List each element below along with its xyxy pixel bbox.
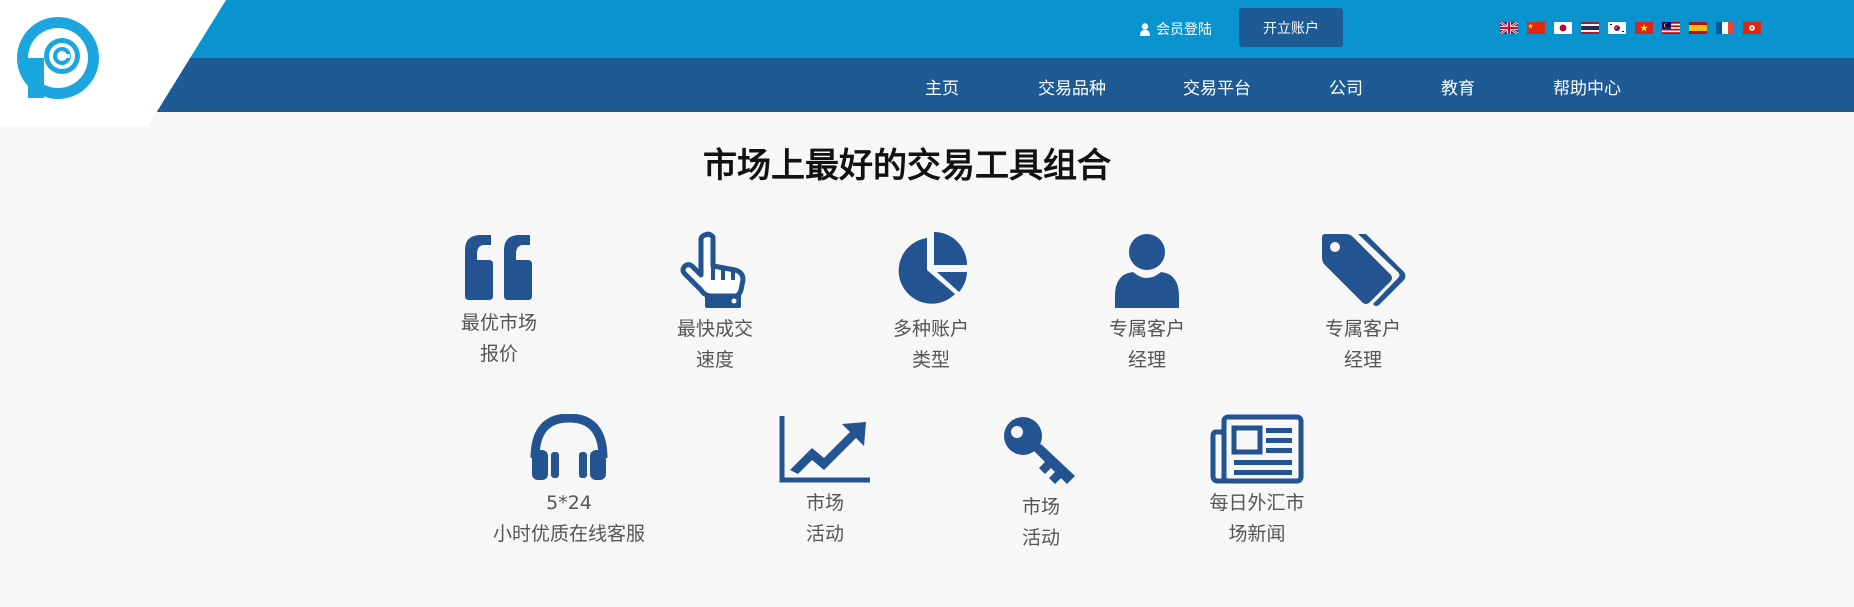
france-flag-icon[interactable] xyxy=(1716,22,1734,34)
feature-daily-news: 每日外汇市 场新闻 xyxy=(1157,414,1357,550)
feature-best-quotes: 最优市场 报价 xyxy=(399,230,599,370)
nav-item-platforms[interactable]: 交易平台 xyxy=(1183,74,1251,99)
hongkong-flag-icon[interactable] xyxy=(1743,22,1761,34)
spain-flag-icon[interactable] xyxy=(1689,22,1707,34)
member-login-link[interactable]: 会员登陆 xyxy=(1140,18,1212,40)
newspaper-icon xyxy=(1210,414,1304,484)
feature-line1: 多种账户 xyxy=(892,318,969,340)
pie-chart-icon xyxy=(898,232,967,304)
line-chart-icon xyxy=(779,416,870,483)
feature-line2: 报价 xyxy=(479,343,518,365)
feature-line2: 速度 xyxy=(695,349,734,371)
thailand-flag-icon[interactable] xyxy=(1581,22,1599,34)
feature-market-events: 市场 活动 xyxy=(725,414,925,550)
uk-flag-icon[interactable] xyxy=(1500,22,1518,34)
nav-item-home[interactable]: 主页 xyxy=(925,74,959,99)
feature-line2: 经理 xyxy=(1343,349,1382,371)
nav-item-company[interactable]: 公司 xyxy=(1329,74,1363,99)
feature-line2: 小时优质在线客服 xyxy=(492,523,645,545)
feature-line1: 5*24 xyxy=(546,492,592,514)
key-icon xyxy=(1004,417,1075,484)
nav-item-education[interactable]: 教育 xyxy=(1441,74,1475,99)
feature-line1: 专属客户 xyxy=(1324,318,1401,340)
tags-icon xyxy=(1322,234,1406,306)
language-flags xyxy=(1500,22,1761,34)
feature-line1: 最快成交 xyxy=(676,318,753,340)
user-icon xyxy=(1140,22,1150,36)
section-title: 市场上最好的交易工具组合 xyxy=(703,146,1111,186)
feature-line1: 最优市场 xyxy=(460,312,537,334)
open-account-button[interactable]: 开立账户 xyxy=(1239,8,1343,47)
feature-line2: 活动 xyxy=(1021,527,1060,549)
feature-account-manager: 专属客户 经理 xyxy=(1047,230,1247,376)
feature-market-events-2: 市场 活动 xyxy=(941,414,1141,554)
feature-line2: 场新闻 xyxy=(1228,523,1286,545)
feature-line1: 市场 xyxy=(1021,496,1060,518)
feature-support: 5*24 小时优质在线客服 xyxy=(469,414,669,550)
feature-line1: 专属客户 xyxy=(1108,318,1185,340)
nav-item-help-center[interactable]: 帮助中心 xyxy=(1553,74,1621,99)
feature-line2: 活动 xyxy=(805,523,844,545)
feature-account-types: 多种账户 类型 xyxy=(831,230,1031,376)
feature-line2: 类型 xyxy=(911,349,950,371)
user-icon xyxy=(1115,234,1179,308)
japan-flag-icon[interactable] xyxy=(1554,22,1572,34)
feature-line1: 每日外汇市 xyxy=(1209,492,1305,514)
member-login-label: 会员登陆 xyxy=(1156,22,1212,38)
china-flag-icon[interactable] xyxy=(1527,22,1545,34)
feature-fast-execution: 最快成交 速度 xyxy=(615,230,815,376)
malaysia-flag-icon[interactable] xyxy=(1662,22,1680,34)
feature-account-manager-2: 专属客户 经理 xyxy=(1263,230,1463,376)
feature-line1: 市场 xyxy=(805,492,844,514)
feature-line2: 经理 xyxy=(1127,349,1166,371)
vietnam-flag-icon[interactable] xyxy=(1635,22,1653,34)
headphones-icon xyxy=(530,414,608,480)
logo[interactable] xyxy=(14,14,102,102)
nav-item-products[interactable]: 交易品种 xyxy=(1038,74,1106,99)
korea-flag-icon[interactable] xyxy=(1608,22,1626,34)
hand-pointer-icon xyxy=(680,231,746,308)
quote-icon xyxy=(465,235,532,300)
